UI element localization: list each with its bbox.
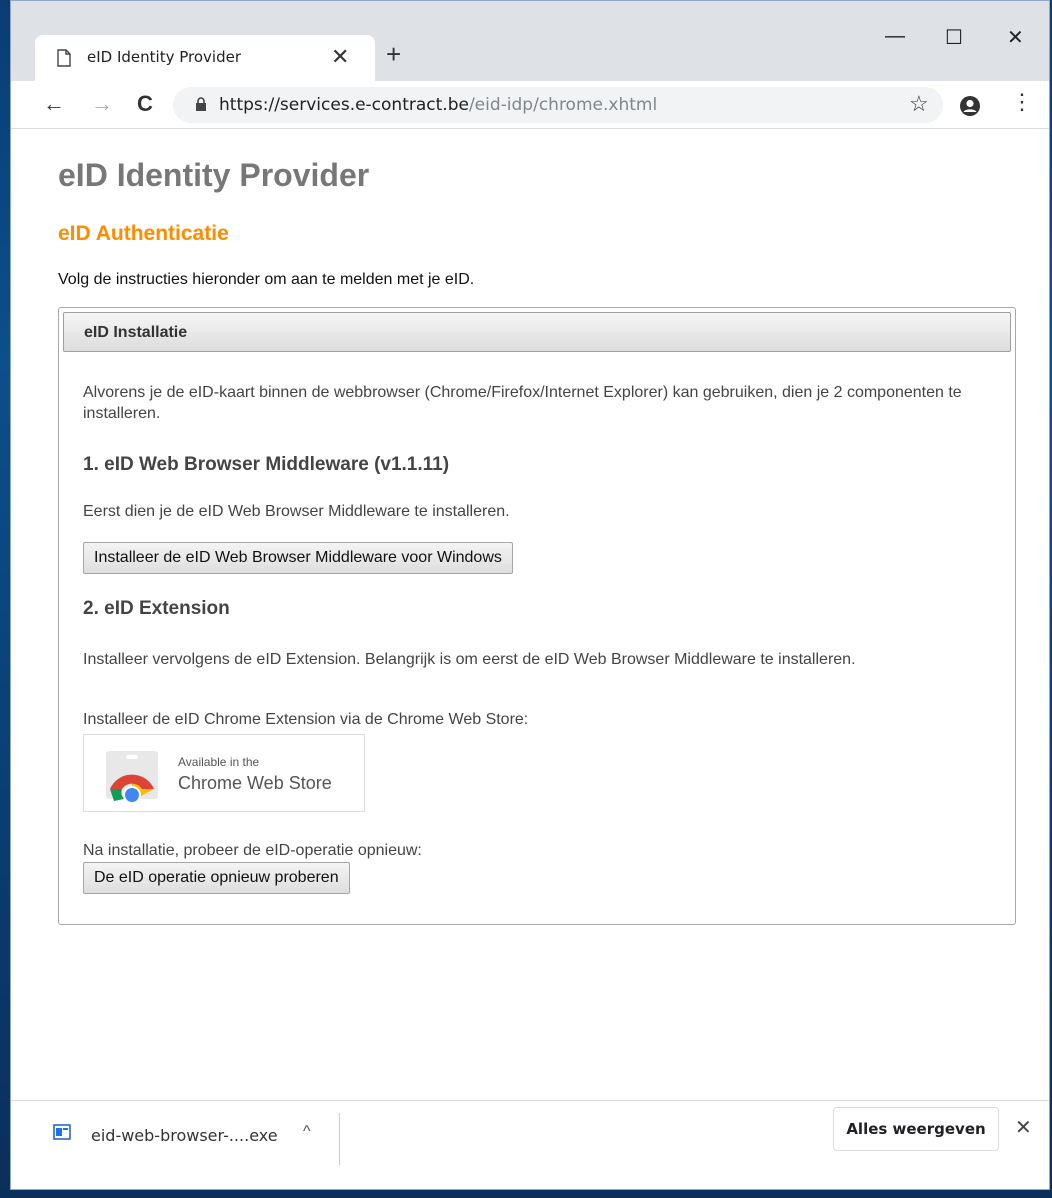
reload-button[interactable]: C — [137, 89, 153, 119]
maximize-button[interactable]: ☐ — [945, 25, 963, 50]
page-title: eID Identity Provider — [58, 157, 370, 193]
url-host: https://services.e-contract.be — [219, 95, 469, 115]
download-bar: eid-web-browser-....exe ^ Alles weergeve… — [11, 1100, 1049, 1189]
back-button[interactable]: ← — [43, 89, 65, 119]
page-icon — [57, 49, 71, 72]
store-badge-line1: Available in the — [178, 755, 260, 769]
browser-window: eID Identity Provider ✕ + — ☐ ✕ ← → C ht… — [10, 0, 1050, 1190]
retry-text: Na installatie, probeer de eID-operatie … — [83, 842, 422, 859]
download-options-chevron-icon[interactable]: ^ — [303, 1123, 311, 1141]
file-icon — [53, 1124, 71, 1145]
store-text: Installeer de eID Chrome Extension via d… — [83, 711, 529, 728]
browser-toolbar: ← → C https://services.e-contract.be/eid… — [11, 81, 1049, 129]
section2-title: 2. eID Extension — [83, 598, 230, 619]
retry-operation-button[interactable]: De eID operatie opnieuw proberen — [83, 862, 350, 894]
section2-text: Installeer vervolgens de eID Extension. … — [83, 651, 856, 668]
intro-paragraph: Alvorens je de eID-kaart binnen de webbr… — [83, 384, 962, 422]
download-bar-close-icon[interactable]: ✕ — [1015, 1115, 1032, 1140]
minimize-button[interactable]: — — [885, 25, 905, 48]
menu-icon[interactable]: ⋮ — [1011, 89, 1033, 115]
download-separator — [339, 1113, 340, 1165]
tab-close-icon[interactable]: ✕ — [331, 44, 349, 70]
show-all-downloads-button[interactable]: Alles weergeven — [833, 1107, 999, 1151]
install-middleware-button[interactable]: Installeer de eID Web Browser Middleware… — [83, 542, 513, 574]
url-text: https://services.e-contract.be/eid-idp/c… — [219, 95, 657, 115]
lock-icon — [195, 97, 207, 117]
tab-title: eID Identity Provider — [87, 48, 241, 66]
panel-header-title: eID Installatie — [84, 324, 188, 341]
chrome-web-store-icon — [106, 751, 158, 803]
new-tab-button[interactable]: + — [386, 39, 401, 69]
forward-button[interactable]: → — [91, 89, 113, 119]
installation-panel: eID Installatie Alvorens je de eID-kaart… — [58, 307, 1016, 925]
page-subtitle: eID Authenticatie — [58, 222, 229, 245]
tab-strip: eID Identity Provider ✕ + — ☐ ✕ — [11, 1, 1049, 81]
url-path: /eid-idp/chrome.xhtml — [468, 95, 658, 115]
tab-eid-identity-provider[interactable]: eID Identity Provider ✕ — [35, 35, 375, 81]
section1-text: Eerst dien je de eID Web Browser Middlew… — [83, 503, 510, 520]
address-bar[interactable]: https://services.e-contract.be/eid-idp/c… — [173, 87, 943, 123]
intro-text: Volg de instructies hieronder om aan te … — [58, 271, 475, 288]
bookmark-star-icon[interactable]: ☆ — [909, 91, 929, 117]
chrome-web-store-badge[interactable]: Available in the Chrome Web Store — [83, 734, 365, 812]
store-badge-line2: Chrome Web Store — [178, 773, 332, 793]
panel-header: eID Installatie — [63, 312, 1011, 352]
download-filename[interactable]: eid-web-browser-....exe — [91, 1126, 278, 1145]
close-window-button[interactable]: ✕ — [1007, 25, 1024, 50]
section1-title: 1. eID Web Browser Middleware (v1.1.11) — [83, 454, 450, 475]
page-content: eID Identity Provider eID Authenticatie … — [11, 130, 1049, 1100]
profile-icon[interactable] — [959, 95, 981, 122]
